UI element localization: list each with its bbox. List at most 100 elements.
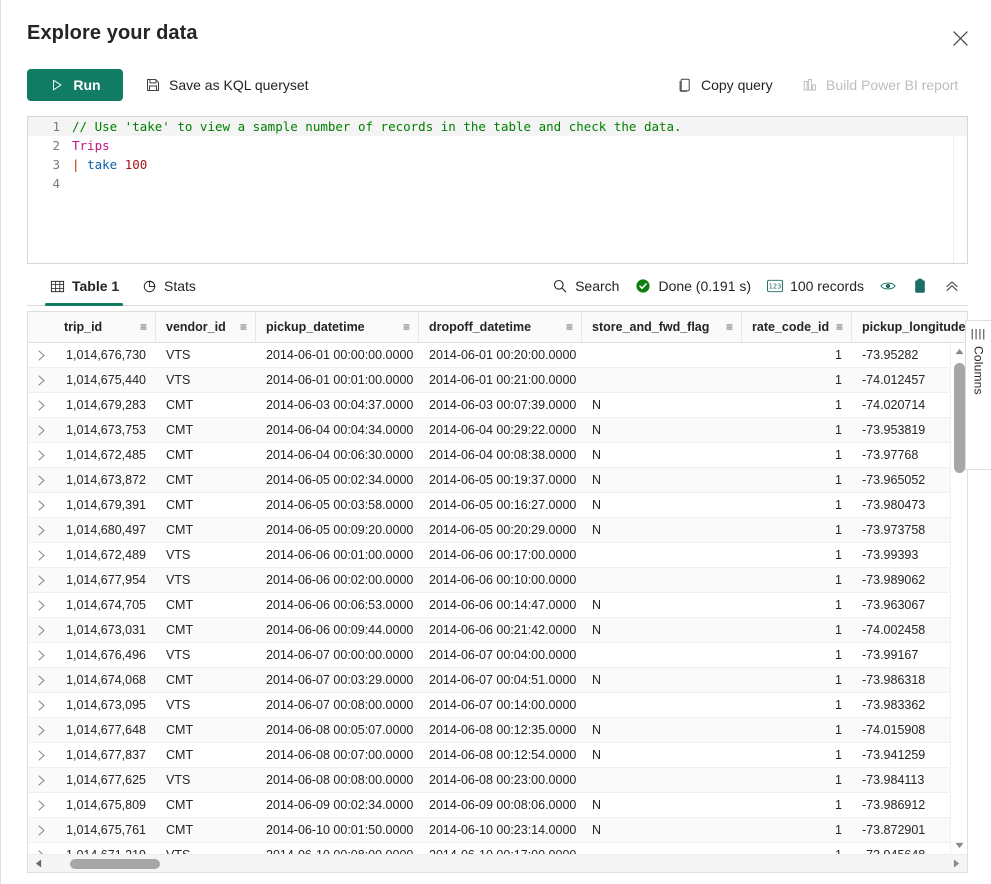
- chevron-right-icon[interactable]: [28, 593, 54, 617]
- table-row[interactable]: 1,014,673,031 CMT 2014-06-06 00:09:44.0000…: [28, 618, 967, 643]
- chevron-right-icon[interactable]: [28, 443, 54, 467]
- column-menu-icon[interactable]: ≡: [560, 321, 573, 333]
- table-row[interactable]: 1,014,676,730 VTS 2014-06-01 00:00:00.0000…: [28, 343, 967, 368]
- grid-horizontal-scroll-thumb[interactable]: [70, 859, 160, 869]
- tab-stats[interactable]: Stats: [137, 266, 200, 306]
- cell-dropoff-datetime: 2014-06-04 00:29:22.0000: [429, 423, 577, 437]
- chevron-right-icon[interactable]: [28, 793, 54, 817]
- chevron-right-icon[interactable]: [28, 393, 54, 417]
- chevron-right-icon[interactable]: [28, 768, 54, 792]
- scroll-down-arrow-icon[interactable]: [951, 837, 967, 854]
- scroll-left-arrow-icon[interactable]: [30, 855, 47, 872]
- table-row[interactable]: 1,014,676,496 VTS 2014-06-07 00:00:00.0000…: [28, 643, 967, 668]
- table-row[interactable]: 1,014,672,489 VTS 2014-06-06 00:01:00.0000…: [28, 543, 967, 568]
- cell-dropoff-datetime: 2014-06-08 00:12:54.0000: [429, 748, 577, 762]
- column-header-label: rate_code_id: [752, 320, 830, 334]
- code-line[interactable]: 2 Trips: [28, 136, 967, 155]
- table-row[interactable]: 1,014,677,625 VTS 2014-06-08 00:08:00.0000…: [28, 768, 967, 793]
- cell-dropoff-datetime: 2014-06-01 00:21:00.0000: [429, 373, 577, 387]
- scroll-right-arrow-icon[interactable]: [948, 855, 965, 872]
- cell-store-and-fwd-flag: N: [592, 798, 602, 812]
- code-line[interactable]: 3 | take 100: [28, 155, 967, 174]
- tab-table-1[interactable]: Table 1: [45, 266, 124, 306]
- table-row[interactable]: 1,014,679,283 CMT 2014-06-03 00:04:37.0000…: [28, 393, 967, 418]
- grid-vertical-scroll-thumb[interactable]: [954, 363, 965, 473]
- cell-pickup-datetime: 2014-06-10 00:01:50.0000: [266, 823, 414, 837]
- collapse-results-button[interactable]: [936, 270, 968, 302]
- column-header-pickup-longitude[interactable]: pickup_longitude≡: [852, 312, 967, 342]
- table-row[interactable]: 1,014,675,761 CMT 2014-06-10 00:01:50.0000…: [28, 818, 967, 843]
- column-menu-icon[interactable]: ≡: [720, 321, 733, 333]
- column-header-store-and-fwd-flag[interactable]: store_and_fwd_flag ≡: [582, 312, 742, 342]
- close-icon[interactable]: [944, 22, 976, 54]
- table-row[interactable]: 1,014,675,809 CMT 2014-06-09 00:02:34.0000…: [28, 793, 967, 818]
- grid-horizontal-scrollbar[interactable]: [28, 854, 967, 872]
- table-row[interactable]: 1,014,677,648 CMT 2014-06-08 00:05:07.0000…: [28, 718, 967, 743]
- code-line[interactable]: 1 // Use 'take' to view a sample number o…: [28, 117, 967, 136]
- command-bar: Run Save as KQL queryset Copy query Buil…: [1, 62, 991, 112]
- chevron-right-icon[interactable]: [28, 618, 54, 642]
- column-menu-icon[interactable]: ≡: [134, 321, 147, 333]
- code-line[interactable]: 4: [28, 174, 967, 193]
- table-row[interactable]: 1,014,673,872 CMT 2014-06-05 00:02:34.0000…: [28, 468, 967, 493]
- cell-pickup-datetime: 2014-06-08 00:07:00.0000: [266, 748, 414, 762]
- chevron-right-icon[interactable]: [28, 843, 54, 854]
- search-button[interactable]: Search: [544, 270, 627, 302]
- save-as-kql-queryset-button[interactable]: Save as KQL queryset: [137, 69, 317, 101]
- kql-query-editor[interactable]: 1 // Use 'take' to view a sample number o…: [27, 116, 968, 264]
- chevron-right-icon[interactable]: [28, 743, 54, 767]
- column-menu-icon[interactable]: ≡: [830, 321, 843, 333]
- column-header-dropoff-datetime[interactable]: dropoff_datetime ≡: [419, 312, 582, 342]
- cell-dropoff-datetime: 2014-06-10 00:23:14.0000: [429, 823, 577, 837]
- column-header-trip-id[interactable]: trip_id ≡: [54, 312, 156, 342]
- preview-toggle-button[interactable]: [872, 270, 904, 302]
- chevron-right-icon[interactable]: [28, 468, 54, 492]
- table-row[interactable]: 1,014,677,954 VTS 2014-06-06 00:02:00.0000…: [28, 568, 967, 593]
- column-header-vendor-id[interactable]: vendor_id ≡: [156, 312, 256, 342]
- chevron-right-icon[interactable]: [28, 568, 54, 592]
- table-row[interactable]: 1,014,673,753 CMT 2014-06-04 00:04:34.0000…: [28, 418, 967, 443]
- cell-vendor-id: CMT: [166, 448, 194, 462]
- table-row[interactable]: 1,014,672,485 CMT 2014-06-04 00:06:30.0000…: [28, 443, 967, 468]
- cell-store-and-fwd-flag: N: [592, 423, 602, 437]
- chevron-right-icon[interactable]: [28, 693, 54, 717]
- cell-vendor-id: CMT: [166, 398, 194, 412]
- column-header-rate-code-id[interactable]: rate_code_id ≡: [742, 312, 852, 342]
- query-status: Done (0.191 s): [627, 270, 759, 302]
- cell-rate-code-id: 1: [742, 843, 852, 854]
- chevron-right-icon[interactable]: [28, 368, 54, 392]
- table-row[interactable]: 1,014,675,440 VTS 2014-06-01 00:01:00.0000…: [28, 368, 967, 393]
- results-grid-body[interactable]: 1,014,676,730 VTS 2014-06-01 00:00:00.0000…: [28, 343, 967, 854]
- cell-pickup-datetime: 2014-06-05 00:09:20.0000: [266, 523, 414, 537]
- table-row[interactable]: 1,014,677,837 CMT 2014-06-08 00:07:00.0000…: [28, 743, 967, 768]
- chevron-right-icon[interactable]: [28, 343, 54, 367]
- chevron-right-icon[interactable]: [28, 668, 54, 692]
- column-header-label: pickup_datetime: [266, 320, 365, 334]
- column-header-pickup-datetime[interactable]: pickup_datetime ≡: [256, 312, 419, 342]
- chevron-right-icon[interactable]: [28, 518, 54, 542]
- chevron-right-icon[interactable]: [28, 543, 54, 567]
- chevron-right-icon[interactable]: [28, 418, 54, 442]
- table-row[interactable]: 1,014,671,219VTS2014-06-10 00:08:00.0000…: [28, 843, 967, 854]
- table-row[interactable]: 1,014,679,391 CMT 2014-06-05 00:03:58.0000…: [28, 493, 967, 518]
- table-row[interactable]: 1,014,680,497 CMT 2014-06-05 00:09:20.0000…: [28, 518, 967, 543]
- table-row[interactable]: 1,014,673,095 VTS 2014-06-07 00:08:00.0000…: [28, 693, 967, 718]
- table-row[interactable]: 1,014,674,705 CMT 2014-06-06 00:06:53.0000…: [28, 593, 967, 618]
- chevron-right-icon[interactable]: [28, 718, 54, 742]
- columns-panel-tab[interactable]: |||| Columns: [965, 320, 991, 470]
- cell-vendor-id: VTS: [166, 698, 191, 712]
- play-icon: [49, 77, 65, 93]
- build-power-bi-report-button[interactable]: Build Power BI report: [794, 69, 966, 101]
- table-row[interactable]: 1,014,674,068 CMT 2014-06-07 00:03:29.0000…: [28, 668, 967, 693]
- cell-pickup-datetime: 2014-06-04 00:06:30.0000: [266, 448, 414, 462]
- chevron-right-icon[interactable]: [28, 643, 54, 667]
- copy-query-button[interactable]: Copy query: [669, 69, 781, 101]
- column-menu-icon[interactable]: ≡: [397, 321, 410, 333]
- cell-dropoff-datetime: 2014-06-05 00:16:27.0000: [429, 498, 577, 512]
- chevron-right-icon[interactable]: [28, 818, 54, 842]
- run-button[interactable]: Run: [27, 69, 123, 101]
- column-menu-icon[interactable]: ≡: [234, 321, 247, 333]
- copy-to-clipboard-button[interactable]: [904, 270, 936, 302]
- table-icon: [49, 278, 65, 294]
- chevron-right-icon[interactable]: [28, 493, 54, 517]
